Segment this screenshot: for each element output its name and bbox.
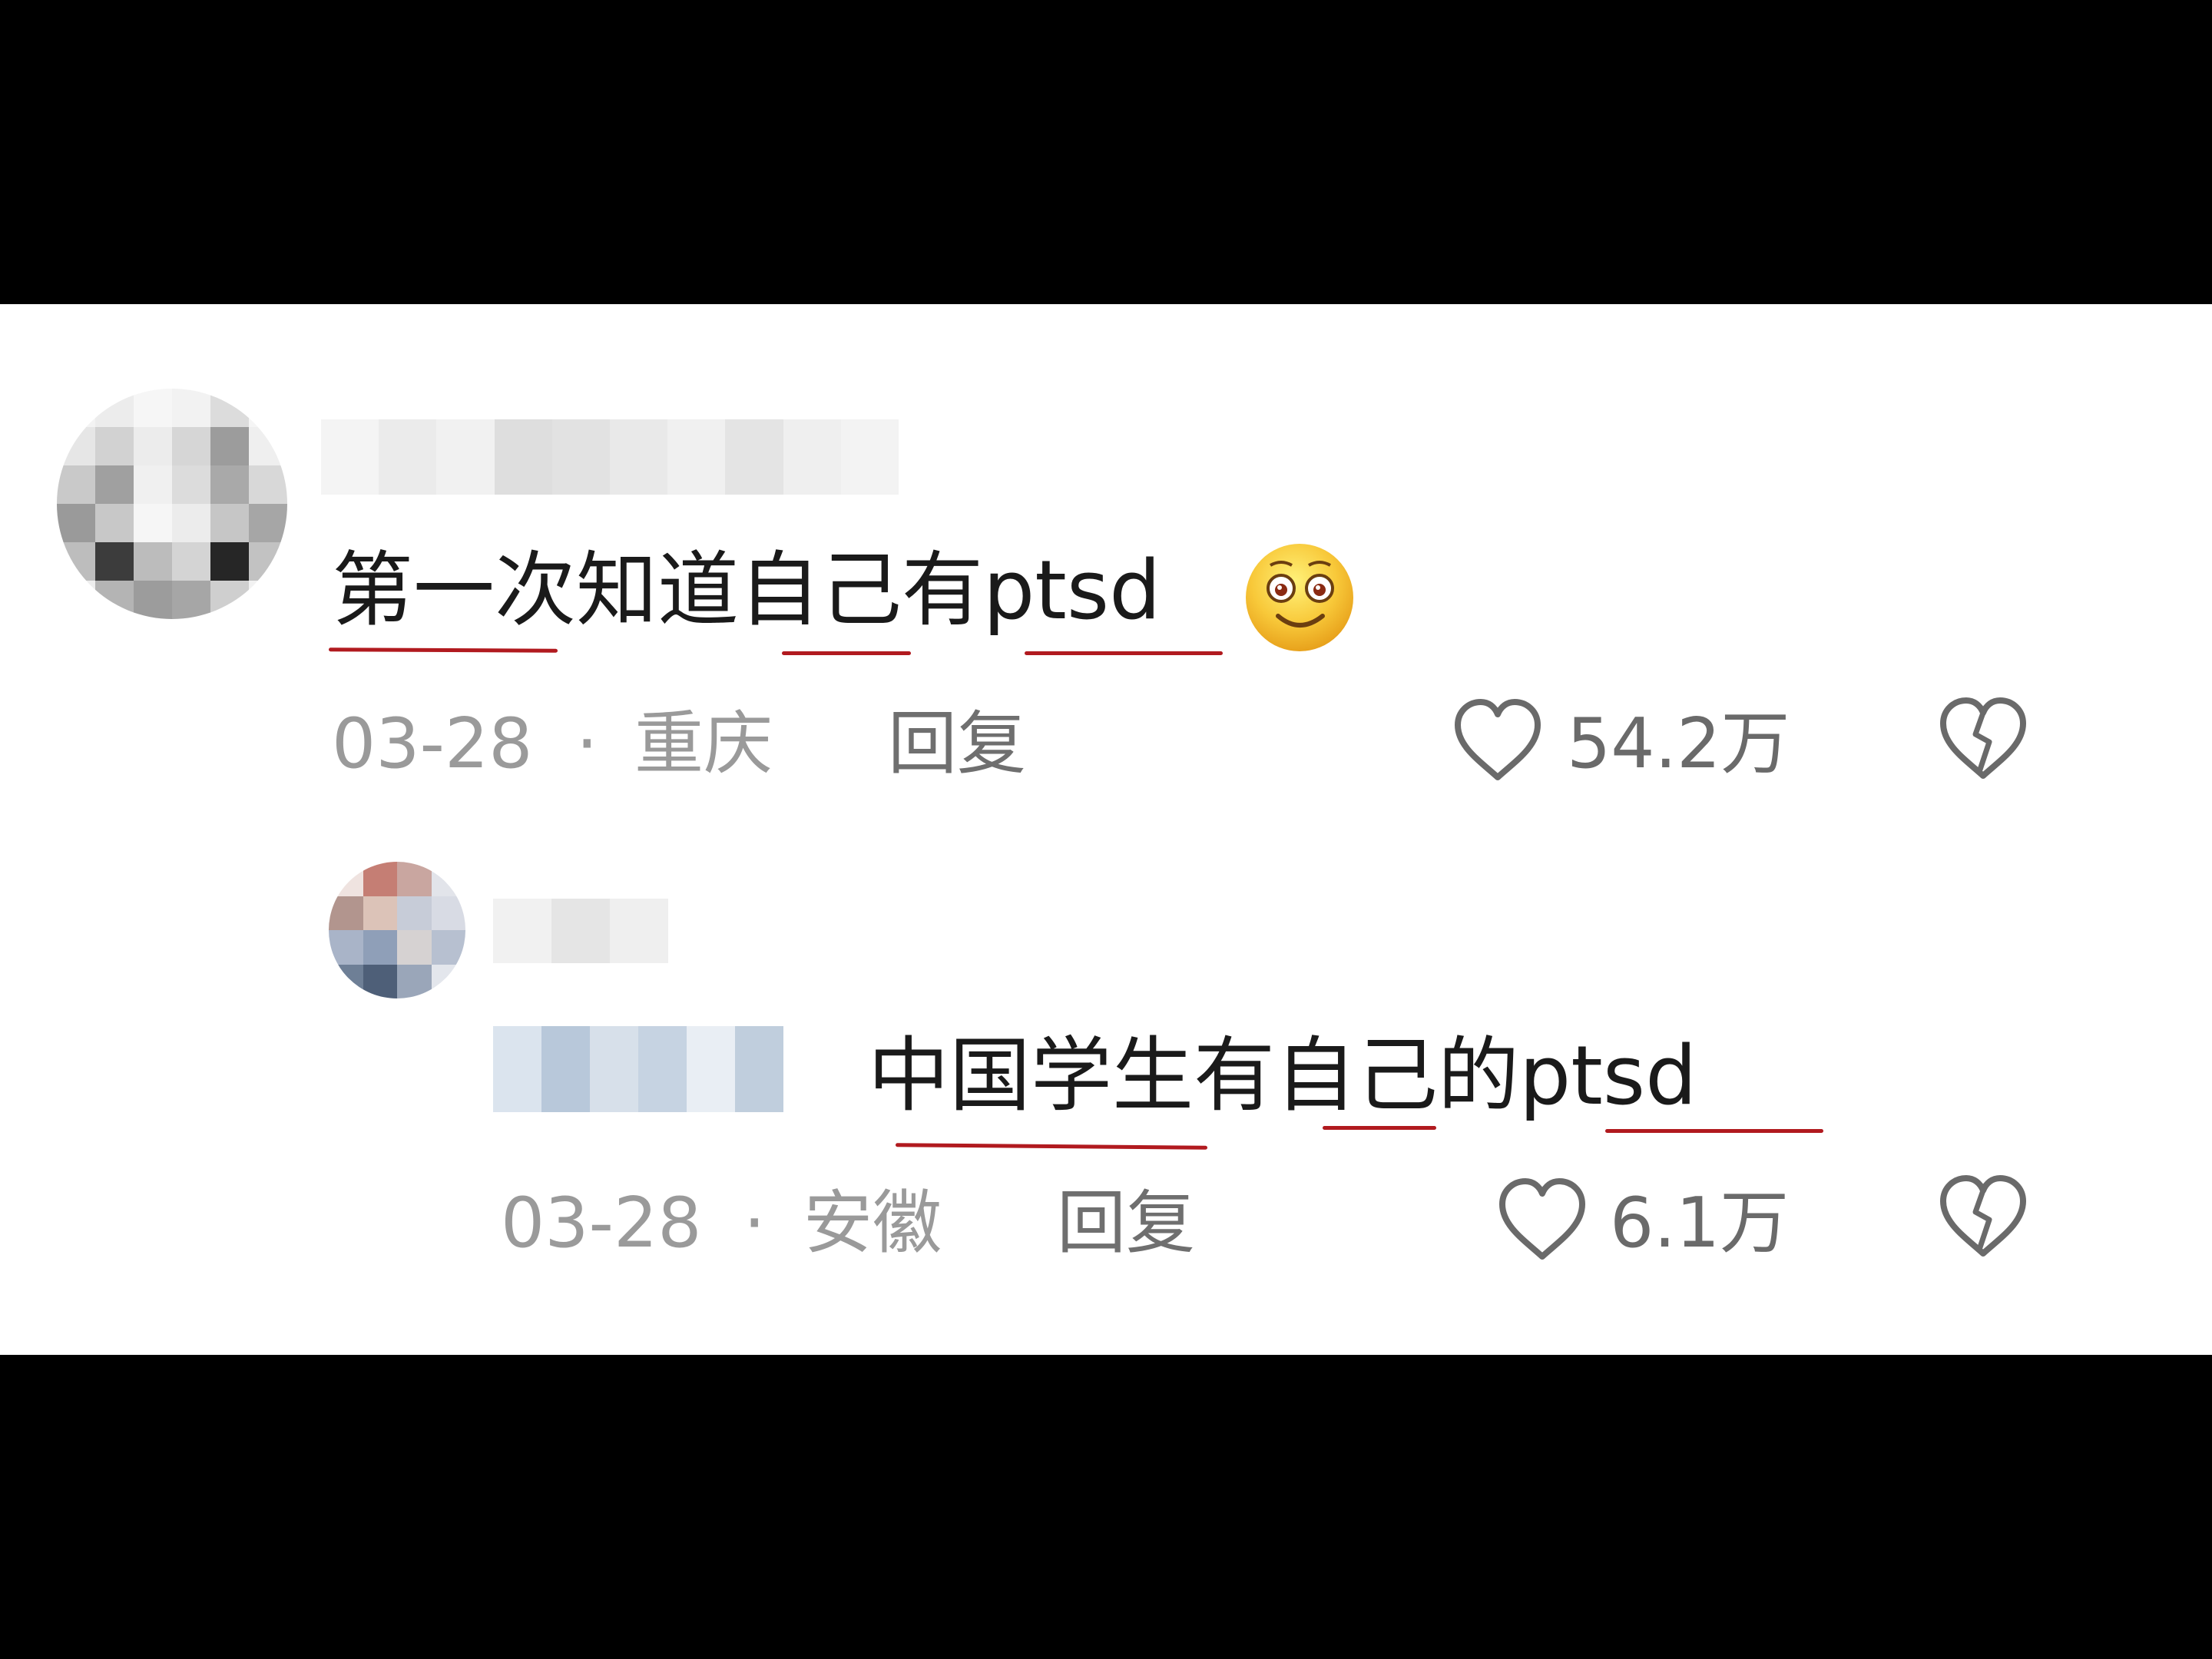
comment-text-part: 有 xyxy=(1194,1028,1275,1123)
reply-button[interactable]: 回复 xyxy=(888,710,1026,779)
like-count: 6.1万 xyxy=(1610,1183,1790,1263)
username-blurred[interactable] xyxy=(321,419,899,495)
broken-heart-icon[interactable] xyxy=(1936,694,2031,783)
comment-text-part: ptsd xyxy=(983,543,1161,637)
reply-target-blurred[interactable] xyxy=(493,1026,783,1112)
like-count: 54.2万 xyxy=(1567,704,1790,784)
underline-mark xyxy=(895,1143,1208,1150)
comment-text-part: 第一次知道 xyxy=(332,543,739,637)
heart-outline-icon[interactable] xyxy=(1495,1175,1590,1264)
meta-separator: · xyxy=(576,704,598,784)
meta-separator: · xyxy=(743,1183,766,1263)
comment-text-part: ptsd xyxy=(1519,1028,1697,1123)
comment-location: 安徽 xyxy=(803,1183,942,1263)
reply-button[interactable]: 回复 xyxy=(1057,1189,1195,1258)
avatar[interactable] xyxy=(329,862,465,998)
underline-mark xyxy=(328,647,558,653)
broken-heart-icon[interactable] xyxy=(1936,1172,2031,1261)
smiling-face-emoji-icon xyxy=(1241,539,1358,656)
comment-section: 第一次知道自己有ptsd 03-28 · 重庆 回复 54.2万 中国学生有自己… xyxy=(0,304,2212,1355)
comment-date: 03-28 xyxy=(501,1183,702,1263)
heart-outline-icon[interactable] xyxy=(1450,696,1545,785)
comment-text-part: 有 xyxy=(902,543,983,637)
comment-date: 03-28 xyxy=(332,704,533,784)
underline-mark xyxy=(1605,1129,1823,1133)
comment-text-part: 自己 xyxy=(739,543,902,637)
username-blurred[interactable] xyxy=(493,899,668,963)
comment-text-part: 自己 xyxy=(1275,1028,1438,1123)
comment-text: 第一次知道自己有ptsd xyxy=(332,550,1161,631)
underline-mark xyxy=(1025,651,1223,655)
comment-text-part: 中国学生 xyxy=(868,1028,1194,1123)
avatar[interactable] xyxy=(57,389,287,619)
comment-location: 重庆 xyxy=(634,704,773,784)
underline-mark xyxy=(1323,1126,1436,1130)
comment-text-part: 的 xyxy=(1438,1028,1519,1123)
comment-text: 中国学生有自己的ptsd xyxy=(868,1035,1697,1117)
underline-mark xyxy=(782,651,911,655)
